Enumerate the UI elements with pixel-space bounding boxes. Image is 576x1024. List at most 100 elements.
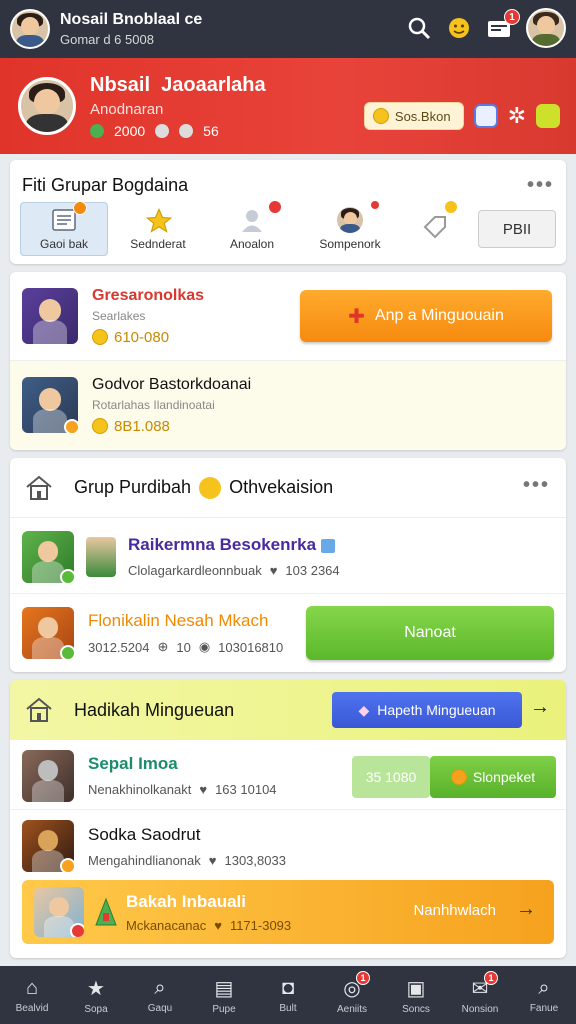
section-title: Hadikah Mingueuan [74, 699, 235, 720]
nav-item-search[interactable]: ⌕ Gaqu [128, 966, 192, 1024]
more-icon[interactable]: ••• [523, 474, 550, 497]
triangle-icon [94, 897, 118, 927]
profile-avatar[interactable] [18, 77, 76, 135]
points-label: Sos.Bkon [394, 108, 451, 124]
profile-info: Nbsail Jaoaarlaha Anodnaran 2000 56 [90, 74, 266, 139]
item-value-3: 103016810 [218, 639, 284, 655]
list-item[interactable]: Gresaronolkas Searlakes 610-080 ✚ Anp a … [10, 272, 566, 360]
category-tab-5[interactable] [404, 200, 466, 256]
category-label: Sompenork [319, 237, 381, 251]
nav-label: Nonsion [461, 1003, 499, 1015]
nav-item-explore[interactable]: ⌕ Fanue [512, 966, 576, 1024]
network-icon[interactable]: ✲ [508, 103, 526, 129]
nav-item-star[interactable]: ★ Sopa [64, 966, 128, 1024]
category-tab-1[interactable]: Gaoi bak [20, 201, 108, 256]
nav-item-message[interactable]: ✉ Nonsion 1 [448, 966, 512, 1024]
nav-item-chat[interactable]: ◎ Aeniits 1 [320, 966, 384, 1024]
arrow-right-icon[interactable]: → [530, 696, 550, 719]
profile-stat-2: 56 [203, 122, 219, 139]
nav-label: Gaqu [147, 1002, 173, 1014]
search-icon: ⌕ [154, 976, 166, 999]
nav-item-home[interactable]: ⌂ Bealvid [0, 966, 64, 1024]
nav-label: Pupe [212, 1003, 236, 1015]
user-icon [239, 207, 265, 233]
game-thumbnail [22, 749, 74, 802]
item-subtitle: Rotarlahas Ilandinoatai [92, 397, 215, 412]
top-bar: Nosail Bnoblaal ce Gomar d 6 5008 1 [0, 0, 576, 58]
user-name: Nosail Bnoblaal ce [60, 11, 203, 28]
game-thumbnail [22, 607, 74, 659]
emoji-icon[interactable] [446, 15, 472, 41]
action-button[interactable]: Nanoat [306, 606, 554, 660]
event-button[interactable]: ◆ Hapeth Mingueuan [332, 692, 522, 728]
nav-item-image[interactable]: ▤ Pupe [192, 966, 256, 1024]
nav-item-grid[interactable]: ▣ Soncs [384, 966, 448, 1024]
category-tab-4[interactable]: Sompenork [302, 200, 398, 256]
item-title: Sepal Imoa [88, 754, 178, 773]
item-subtitle: Searlakes [92, 308, 146, 323]
list-item[interactable]: Sepal Imoa Nenakhinolkanakt ♥ 163 10104 … [10, 742, 566, 810]
category-section: Fiti Grupar Bogdaina ••• Gaoi bak Sednde… [10, 160, 566, 264]
item-meta: Nenakhinolkanakt ♥ 163 10104 [88, 782, 277, 797]
profile-stat-1: 2000 [114, 122, 146, 139]
banner-subtitle: Mckanacanac [126, 917, 207, 933]
item-title: Sodka Saodrut [88, 824, 201, 844]
tag-icon: ◆ [358, 701, 370, 718]
list-item[interactable]: Godvor Bastorkdoanai Rotarlahas Ilandino… [10, 361, 566, 449]
points-pill[interactable]: Sos.Bkon [363, 102, 464, 130]
user-avatar[interactable] [10, 9, 50, 49]
account-avatar[interactable] [526, 8, 566, 48]
search-icon[interactable] [406, 15, 432, 41]
heart-icon: ♥ [199, 782, 208, 797]
puzzle-icon: ✚ [348, 305, 365, 328]
list-item[interactable]: Raikermna Besokenrka Clolagarkardleonnbu… [10, 520, 566, 594]
promo-banner[interactable]: Bakah Inbauali Mckanacanac ♥ 1171-3093 N… [22, 880, 554, 944]
section-title-suffix: Othvekaision [229, 477, 334, 497]
verified-icon [320, 538, 335, 553]
category-badge [73, 201, 87, 215]
coin-icon [372, 108, 389, 124]
item-value-2: 10 [176, 639, 191, 655]
item-coins: 610-080 [92, 329, 204, 346]
list-item[interactable]: Sodka Saodrut Mengahindlianonak ♥ 1303,8… [10, 812, 566, 880]
coin-icon [92, 329, 108, 345]
top-icons: 1 [406, 8, 566, 48]
coin-grey-icon [155, 123, 170, 138]
count-button[interactable]: 35 1080 [352, 756, 430, 798]
shield-icon[interactable] [473, 104, 498, 128]
game-thumbnail [22, 530, 74, 583]
join-button[interactable]: ✚ Anp a Minguouain [300, 290, 552, 342]
category-tab-3[interactable]: Anoalon [208, 200, 296, 256]
item-value: 103 2364 [285, 563, 340, 578]
category-tab-2[interactable]: Sednderat [114, 202, 202, 256]
more-icon[interactable]: ••• [527, 174, 554, 197]
section-title: Grup Purdibah Othvekaision [74, 476, 334, 499]
banner-value: 1171-3093 [229, 917, 292, 933]
nav-item-camera[interactable]: ◘ Bult [256, 966, 320, 1024]
banner-cta[interactable]: Nanhhwlach [413, 902, 496, 919]
mini-avatar-icon [86, 536, 116, 577]
tag-icon [422, 214, 448, 240]
nav-label: Aeniits [336, 1003, 367, 1015]
image-icon: ▤ [214, 977, 234, 1000]
item-value: 1303,8033 [224, 852, 286, 868]
nav-badge: 1 [484, 971, 498, 985]
filter-button[interactable]: PBII [478, 210, 556, 248]
arrow-right-icon[interactable]: → [516, 898, 536, 921]
note-icon[interactable] [536, 104, 560, 128]
coin-value: 8B1.088 [114, 417, 170, 435]
profile-name: Nbsail Jaoaarlaha [90, 73, 266, 96]
list-item[interactable]: Flonikalin Nesah Mkach 3012.5204 ⊕ 10 ◉ … [10, 596, 566, 670]
gift-icon [179, 123, 194, 138]
grid-icon: ▣ [406, 977, 426, 1000]
action-button[interactable]: Slonpeket [430, 756, 556, 798]
action-button-label: Slonpeket [472, 769, 536, 785]
section-title: Fiti Grupar Bogdaina [22, 174, 189, 195]
item-title: Godvor Bastorkdoanai [92, 375, 252, 393]
home-icon [24, 696, 54, 724]
item-meta: 3012.5204 ⊕ 10 ◉ 103016810 [88, 639, 283, 655]
category-label: Sednderat [130, 237, 186, 251]
event-button-label: Hapeth Mingueuan [377, 702, 496, 718]
events-section: Hadikah Mingueuan ◆ Hapeth Mingueuan → S… [10, 680, 566, 958]
inbox-icon[interactable]: 1 [486, 9, 520, 41]
